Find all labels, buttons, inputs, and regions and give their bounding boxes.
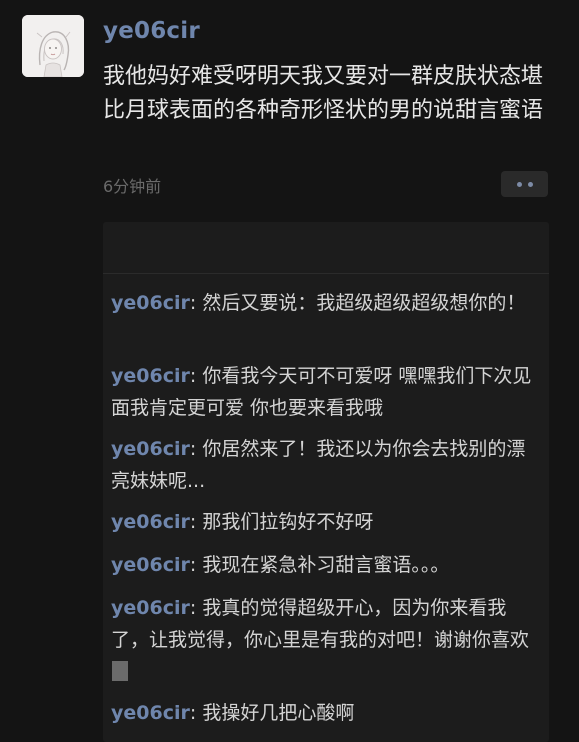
comment-author[interactable]: ye06cir	[111, 365, 190, 387]
comment-separator: :	[189, 511, 203, 533]
blurred-char	[112, 661, 128, 681]
comment-author[interactable]: ye06cir	[111, 597, 190, 619]
comment-item[interactable]: ye06cir: 然后又要说：我超级超级超级想你的！	[111, 287, 537, 319]
comment-item[interactable]: ye06cir: 我操好几把心酸啊	[111, 697, 537, 729]
more-dots-icon	[516, 181, 522, 187]
comment-text: 那我们拉钩好不好呀	[202, 511, 374, 533]
comment-item[interactable]: ye06cir: 你居然来了！我还以为你会去找别的漂亮妹妹呢...	[111, 433, 537, 497]
comment-item[interactable]: ye06cir: 我真的觉得超级开心，因为你来看我了，让我觉得，你心里是有我的对…	[111, 592, 537, 688]
comment-separator: :	[189, 554, 203, 576]
comment-item[interactable]: ye06cir: 我现在紧急补习甜言蜜语。。。	[111, 549, 537, 581]
comment-text: 然后又要说：我超级超级超级想你的！	[202, 292, 526, 314]
more-dots-icon	[527, 181, 533, 187]
comment-author[interactable]: ye06cir	[111, 554, 190, 576]
comment-separator: :	[189, 702, 203, 724]
comment-author[interactable]: ye06cir	[111, 702, 190, 724]
comment-item[interactable]: ye06cir: 那我们拉钩好不好呀	[111, 506, 537, 538]
comment-text: 我现在紧急补习甜言蜜语。。。	[202, 554, 450, 576]
avatar[interactable]	[22, 15, 84, 77]
post-timestamp: 6分钟前	[103, 177, 162, 196]
comment-separator: :	[189, 597, 203, 619]
comment-separator: :	[189, 292, 203, 314]
comment-separator: :	[189, 438, 203, 460]
avatar-illustration-icon	[22, 15, 84, 77]
more-actions-button[interactable]	[501, 171, 548, 197]
comment-author[interactable]: ye06cir	[111, 292, 190, 314]
post-content: 我他妈好难受呀明天我又要对一群皮肤状态堪比月球表面的各种奇形怪状的男的说甜言蜜语	[103, 64, 544, 123]
comment-item[interactable]: ye06cir: 你看我今天可不可爱呀 嘿嘿我们下次见面我肯定更可爱 你也要来看…	[111, 360, 537, 424]
comment-author[interactable]: ye06cir	[111, 511, 190, 533]
divider	[103, 273, 549, 274]
comment-text: 我操好几把心酸啊	[202, 702, 355, 724]
likes-area	[103, 222, 549, 273]
comment-separator: :	[189, 365, 203, 387]
post-username[interactable]: ye06cir	[103, 18, 200, 44]
comments-panel: ye06cir: 然后又要说：我超级超级超级想你的！ ye06cir: 你看我今…	[103, 222, 549, 742]
moments-post: ye06cir 我他妈好难受呀明天我又要对一群皮肤状态堪比月球表面的各种奇形怪状…	[0, 0, 579, 742]
comment-author[interactable]: ye06cir	[111, 438, 190, 460]
